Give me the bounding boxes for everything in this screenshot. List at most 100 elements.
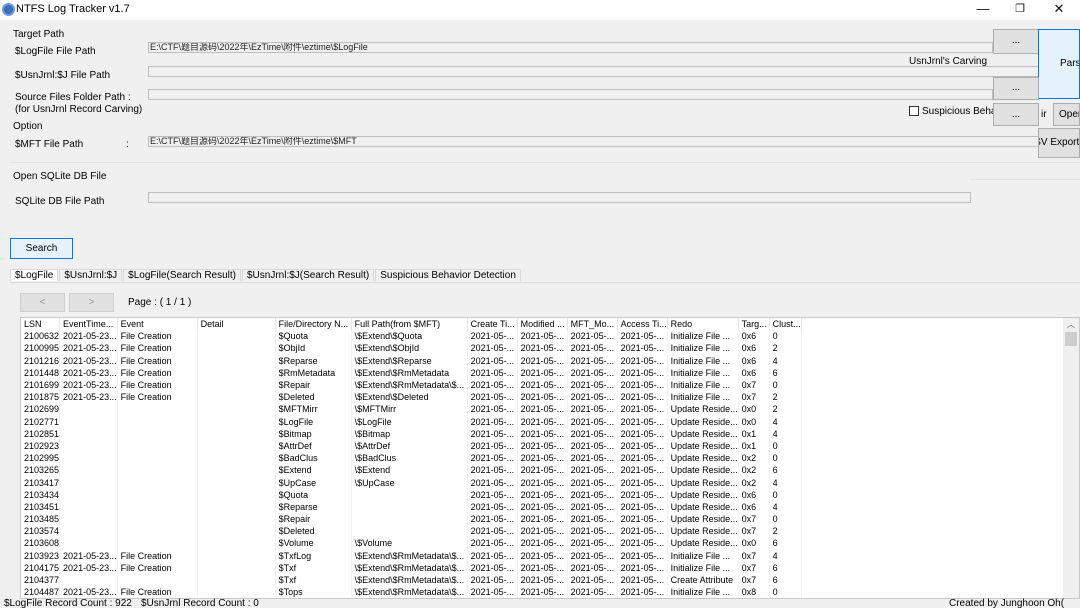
prev-page-button[interactable]: < [20, 293, 65, 312]
table-cell [197, 452, 276, 465]
column-header[interactable]: EventTime... [59, 318, 118, 331]
tab-logfile-search-result[interactable]: $LogFile(Search Result) [123, 269, 241, 281]
column-header[interactable]: Detail [197, 318, 276, 331]
column-header[interactable]: Full Path(from $MFT) [351, 318, 468, 331]
tab-suspicious-behavior[interactable]: Suspicious Behavior Detection [375, 269, 521, 281]
window-title: NTFS Log Tracker v1.7 [16, 3, 130, 15]
logfile-grid[interactable]: LSN EventTime... Event Detail File/Directory… [20, 317, 1080, 599]
table-row[interactable]: 2103485 $Repair 2021-05-... 2021-05-... 2021… [21, 513, 802, 526]
table-cell: 2021-05-... [467, 391, 518, 404]
table-cell: 2021-05-... [617, 513, 668, 526]
next-page-button[interactable]: > [69, 293, 114, 312]
table-cell [197, 427, 276, 440]
browse-source-button[interactable]: ... [993, 77, 1039, 100]
logfile-path-field[interactable]: E:\CTF\题目源码\2022年\EzTime\附件\eztime\$LogF… [148, 42, 993, 53]
table-row[interactable]: Update Reside...0x80 [21, 598, 801, 599]
column-header[interactable]: Modified ... [517, 318, 568, 331]
table-row[interactable]: 2102851 $Bitmap \$Bitmap 2021-05-... 2021-05… [21, 427, 802, 440]
column-header[interactable]: Redo [667, 318, 739, 331]
table-row[interactable]: 2103265 $Extend \$Extend 2021-05-... 2021-05… [21, 464, 802, 477]
scroll-thumb[interactable] [1065, 332, 1077, 346]
table-row[interactable]: 2100632 2021-05-23... File Creation $Quota \… [21, 330, 802, 343]
table-row[interactable]: 2100995 2021-05-23... File Creation $ObjId \… [21, 342, 802, 355]
table-cell: 2021-05-... [567, 549, 618, 562]
table-row[interactable]: 2103574 $Deleted 2021-05-... 2021-05-... 202… [21, 525, 802, 538]
column-header[interactable]: Access Ti... [617, 318, 668, 331]
search-button[interactable]: Search [10, 238, 73, 259]
column-header[interactable]: Clust... [769, 318, 802, 331]
table-cell: 2021-05-... [467, 366, 518, 379]
table-row[interactable]: 2101699 2021-05-23... File Creation $Repair… [21, 378, 802, 392]
table-row[interactable]: 2102995 $BadClus \$BadClus 2021-05-... 2021-… [21, 452, 802, 465]
table-cell [59, 537, 118, 550]
table-cell [117, 537, 198, 550]
tab-logfile[interactable]: $LogFile [10, 269, 59, 281]
table-row[interactable]: 2103923 2021-05-23... File Creation $TxfLog… [21, 549, 802, 562]
table-row[interactable]: 2101875 2021-05-23... File Creation $Delete… [21, 391, 802, 404]
table-cell: 2021-05-... [617, 354, 668, 367]
open-sqlite-heading: Open SQLite DB File [13, 171, 107, 182]
column-header[interactable]: Targ... [738, 318, 770, 331]
table-row[interactable]: 2101448 2021-05-23... File Creation $RmMeta… [21, 366, 802, 379]
parse-button[interactable]: Parse [1038, 29, 1080, 99]
tab-usnjrnl-search-result[interactable]: $UsnJrnl:$J(Search Result) [242, 269, 375, 281]
source-folder-field[interactable] [148, 89, 993, 100]
table-row[interactable]: 2103451 $Reparse 2021-05-... 2021-05-... 202… [21, 500, 802, 513]
table-cell: 2021-05-... [617, 452, 668, 465]
csv-export-button[interactable]: CSV Export [1038, 128, 1080, 158]
section-divider [10, 162, 1080, 163]
grid-vertical-scrollbar[interactable]: ︿ [1063, 318, 1079, 598]
browse-logfile-button[interactable]: ... [993, 29, 1039, 54]
target-path-heading: Target Path [13, 29, 65, 40]
table-row[interactable]: 2103417 $UpCase \$UpCase 2021-05-... 2021-05… [21, 476, 802, 489]
table-row[interactable]: 2104487 2021-05-23... File Creation $Tops \$… [21, 586, 802, 598]
table-cell: 2021-05-... [517, 513, 568, 526]
table-cell: 2021-05-... [517, 354, 568, 367]
minimize-button[interactable]: — [964, 0, 1002, 20]
open-button[interactable]: Open [1053, 103, 1080, 126]
column-header[interactable]: Event [117, 318, 198, 331]
table-cell: 2021-05-... [467, 573, 518, 587]
title-bar: NTFS Log Tracker v1.7 — ❐ ✕ [0, 0, 1080, 20]
table-cell: Update Reside... [667, 525, 739, 538]
table-cell [197, 561, 276, 574]
table-cell [197, 549, 276, 562]
table-row[interactable]: 2103434 $Quota 2021-05-... 2021-05-... 2021-… [21, 488, 802, 501]
table-cell: File Creation [117, 354, 198, 367]
usnjrnl-path-field[interactable] [148, 66, 1059, 77]
table-cell: Update Reside... [667, 403, 739, 416]
table-cell: 0x6 [738, 330, 770, 343]
table-cell: 2021-05-... [567, 586, 618, 598]
table-row[interactable]: 2103608 $Volume \$Volume 2021-05-... 2021-05… [21, 537, 802, 550]
table-cell: $Txf [275, 573, 352, 587]
close-button[interactable]: ✕ [1040, 0, 1078, 20]
table-row[interactable]: 2102771 $LogFile \$LogFile 2021-05-... 2021-… [21, 415, 802, 428]
column-header[interactable]: File/Directory N... [275, 318, 352, 331]
column-header[interactable]: LSN [21, 318, 61, 331]
table-row[interactable]: 2102923 $AttrDef \$AttrDef 2021-05-... 2021-… [21, 439, 802, 453]
suspicious-checkbox[interactable] [909, 106, 919, 116]
table-cell [197, 476, 276, 489]
table-cell [117, 476, 198, 489]
tab-usnjrnl[interactable]: $UsnJrnl:$J [59, 269, 123, 281]
mft-path-field[interactable]: E:\CTF\题目源码\2022年\EzTime\附件\eztime\$MFT [148, 136, 1059, 147]
table-cell: 2021-05-23... [59, 378, 118, 392]
table-cell [351, 488, 468, 501]
browse-mft-button[interactable]: ... [993, 103, 1039, 126]
table-cell: 2021-05-... [567, 464, 618, 477]
table-row[interactable]: 2101216 2021-05-23... File Creation $Repars… [21, 354, 802, 367]
maximize-button[interactable]: ❐ [1001, 0, 1039, 20]
table-row[interactable]: 2102699 $MFTMirr \$MFTMirr 2021-05-... 2021-… [21, 403, 802, 416]
table-cell: \$AttrDef [351, 439, 468, 453]
table-row[interactable]: 2104175 2021-05-23... File Creation $Txf \$E… [21, 561, 802, 574]
scroll-up-icon[interactable]: ︿ [1063, 318, 1079, 331]
page-indicator: Page : ( 1 / 1 ) [128, 297, 192, 308]
table-cell: $TxfLog [275, 549, 352, 562]
table-cell [197, 403, 276, 416]
table-row[interactable]: 2104377 $Txf \$Extend\$RmMetadata\$... 2021… [21, 573, 802, 587]
column-header[interactable]: Create Ti... [467, 318, 518, 331]
column-header[interactable]: MFT_Mo... [567, 318, 618, 331]
usnjrnl-record-count: $UsnJrnl Record Count : 0 [141, 598, 259, 608]
table-cell [117, 513, 198, 526]
sqlite-path-field[interactable] [148, 192, 971, 203]
